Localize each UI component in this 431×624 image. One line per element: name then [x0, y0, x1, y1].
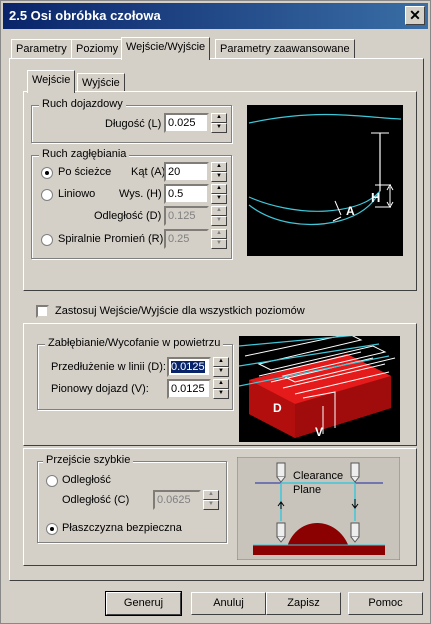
diagram-label-v: V	[315, 425, 323, 439]
vertical-approach-label: Pionowy dojazd (V):	[51, 383, 149, 395]
diagram-label-plane: Plane	[293, 484, 321, 496]
radio-odleglosc-label: Odległość	[62, 474, 111, 486]
radius-spinner[interactable]: ▲ ▼	[211, 229, 227, 249]
help-button[interactable]: Pomoc	[348, 592, 423, 615]
distance-d-input[interactable]: 0.125	[164, 206, 209, 226]
radio-plaszczyzna-label: Płaszczyzna bezpieczna	[62, 522, 182, 534]
tab-parametry[interactable]: Parametry	[11, 39, 72, 59]
air-group	[37, 344, 233, 410]
tab-parametry-zaawansowane[interactable]: Parametry zaawansowane	[215, 39, 355, 59]
distance-d-label: Odległość (D)	[94, 210, 162, 222]
distance-c-label: Odległość (C)	[62, 494, 130, 506]
height-input[interactable]: 0.5	[164, 184, 209, 204]
radio-plaszczyzna[interactable]	[46, 523, 58, 535]
distance-c-spinner[interactable]: ▲ ▼	[203, 490, 219, 510]
radius-label: Promień (R)	[104, 233, 164, 245]
distance-c-input[interactable]: 0.0625	[153, 490, 201, 510]
extension-value: 0.0125	[171, 361, 205, 373]
diagram-label-a: A	[346, 204, 355, 218]
radio-spiralnie-label: Spiralnie	[58, 233, 101, 245]
radio-liniowo-label: Liniowo	[58, 188, 96, 200]
save-button[interactable]: Zapisz	[266, 592, 341, 615]
ruch-zaglebiania-title: Ruch zagłębiania	[39, 148, 130, 160]
air-title: Zabłębianie/Wycofanie w powietrzu	[45, 337, 224, 349]
extension-label: Przedłużenie w linii (D):	[51, 361, 166, 373]
length-input[interactable]: 0.025	[164, 113, 209, 133]
angle-input[interactable]: 20	[164, 162, 209, 182]
radius-input[interactable]: 0.25	[164, 229, 209, 249]
ruch-dojazdowy-title: Ruch dojazdowy	[39, 98, 126, 110]
air-diagram-image: D V	[239, 336, 400, 442]
diagram-label-h: H	[371, 190, 380, 205]
radio-po-sciezce-label: Po ścieżce	[58, 166, 112, 178]
vertical-approach-spinner[interactable]: ▲ ▼	[213, 379, 229, 399]
radio-liniowo[interactable]	[41, 189, 53, 201]
diagram-label-d: D	[273, 401, 282, 415]
length-spinner[interactable]: ▲ ▼	[211, 113, 227, 133]
radio-po-sciezce[interactable]	[41, 167, 53, 179]
subtab-wejscie[interactable]: Wejście	[27, 70, 76, 93]
height-spinner[interactable]: ▲ ▼	[211, 184, 227, 204]
radio-spiralnie[interactable]	[41, 234, 53, 246]
radio-odleglosc[interactable]	[46, 475, 58, 487]
extension-spinner[interactable]: ▲ ▼	[213, 357, 229, 377]
length-label: Długość (L)	[105, 118, 162, 130]
dialog-window: 2.5 Osi obróbka czołowa ✕ Parametry Pozi…	[0, 0, 431, 624]
distance-d-spinner[interactable]: ▲ ▼	[211, 206, 227, 226]
tab-poziomy[interactable]: Poziomy	[71, 39, 124, 59]
rapid-title: Przejście szybkie	[43, 454, 134, 466]
vertical-approach-input[interactable]: 0.0125	[167, 379, 211, 399]
diagram-label-clearance: Clearance	[293, 470, 343, 482]
clearance-diagram-image: Clearance Plane	[237, 457, 400, 560]
entry-diagram-image: H A	[247, 105, 403, 256]
cancel-button[interactable]: Anuluj	[191, 592, 266, 615]
height-label: Wys. (H)	[119, 188, 162, 200]
window-title: 2.5 Osi obróbka czołowa	[9, 8, 161, 23]
generate-button[interactable]: Generuj	[105, 591, 182, 616]
angle-spinner[interactable]: ▲ ▼	[211, 162, 227, 182]
apply-all-label: Zastosuj Wejście/Wyjście dla wszystkich …	[55, 305, 305, 317]
extension-input[interactable]: 0.0125	[167, 357, 211, 377]
tab-wejscie-wyjscie[interactable]: Wejście/Wyjście	[121, 37, 211, 60]
angle-label: Kąt (A)	[131, 166, 166, 178]
apply-all-checkbox[interactable]	[36, 305, 49, 318]
title-bar: 2.5 Osi obróbka czołowa ✕	[3, 3, 428, 29]
subtab-wyjscie[interactable]: Wyjście	[77, 73, 125, 93]
close-button[interactable]: ✕	[405, 6, 425, 25]
